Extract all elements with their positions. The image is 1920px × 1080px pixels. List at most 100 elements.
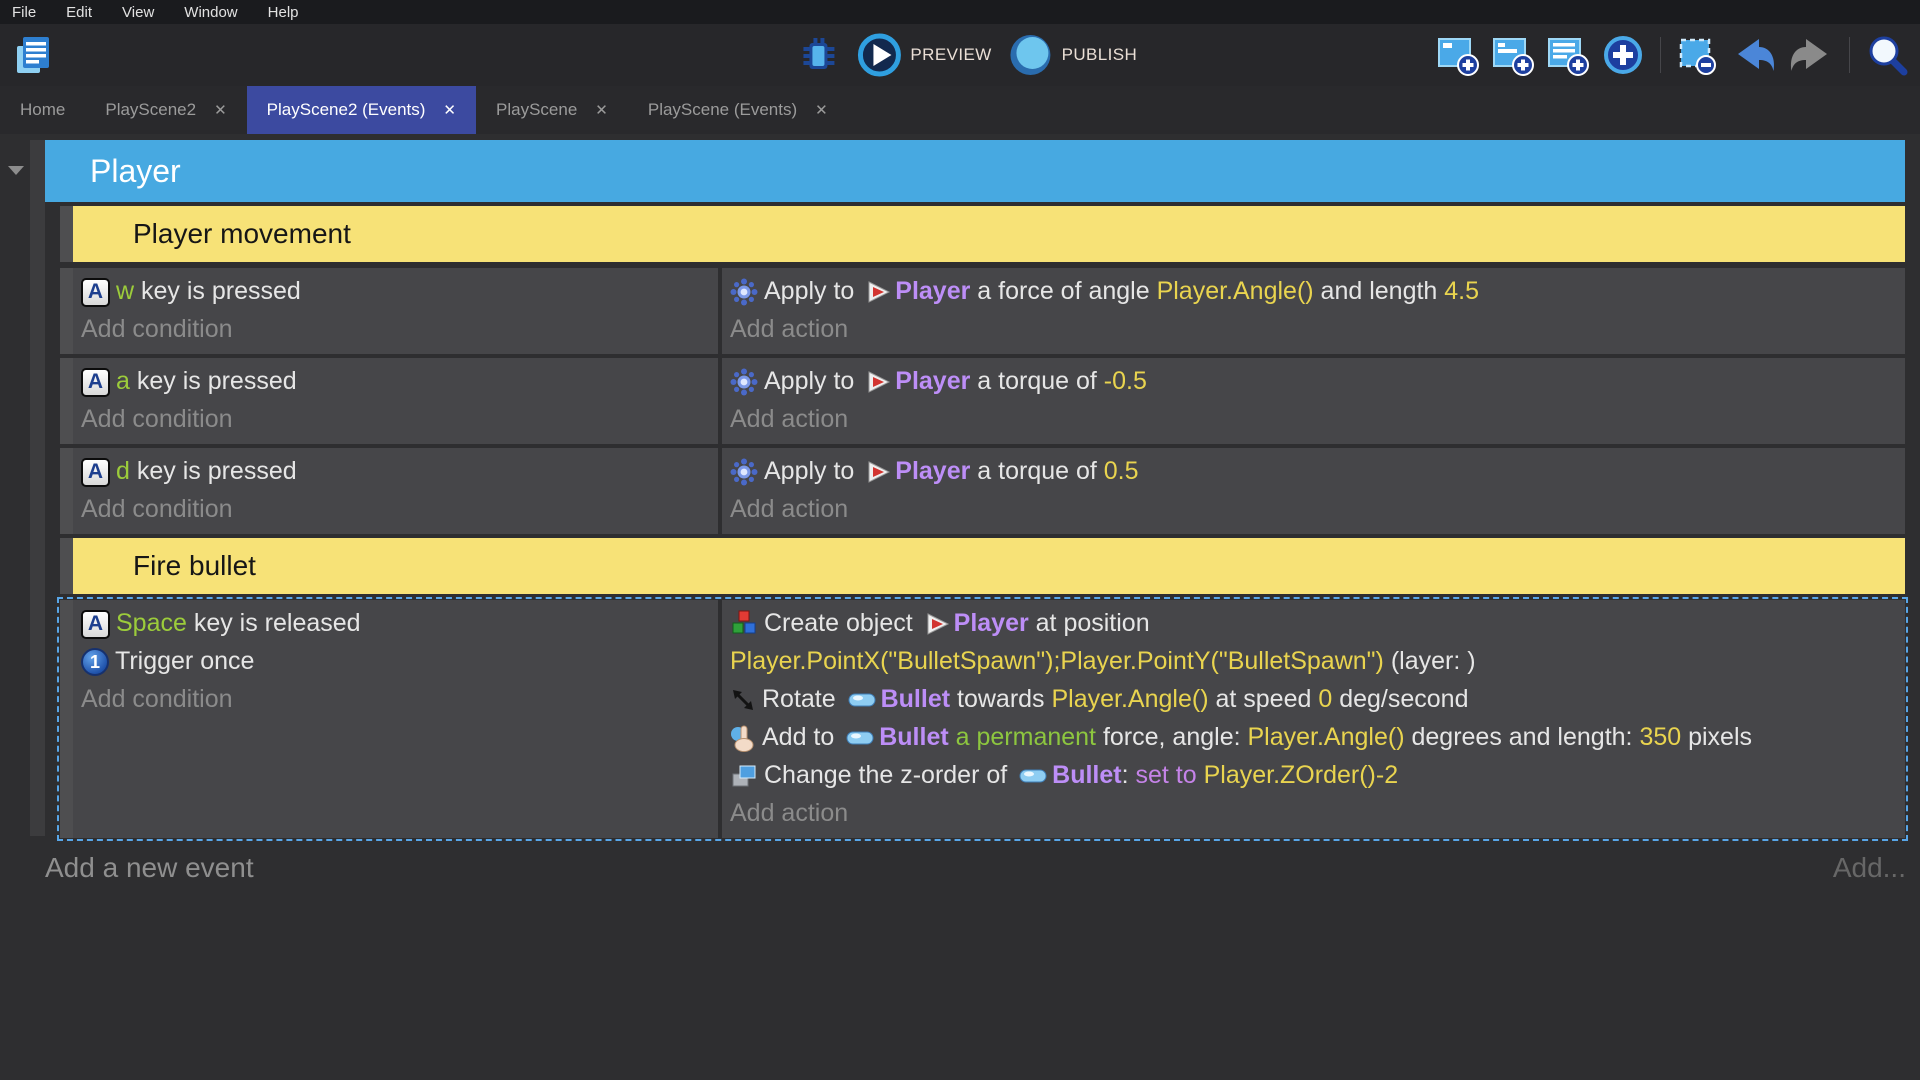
condition[interactable]: Ad key is pressed	[81, 452, 710, 490]
tab-label: PlayScene2	[105, 100, 197, 119]
comment-text[interactable]: Fire bullet	[73, 538, 1905, 594]
search-icon[interactable]	[1864, 32, 1910, 78]
token: set to	[1135, 761, 1204, 789]
add-more-button[interactable]: Add...	[1833, 852, 1906, 884]
token: at speed	[1208, 685, 1319, 713]
add-action-button[interactable]: Add action	[730, 490, 1897, 528]
tab-close-icon[interactable]: ✕	[443, 101, 456, 119]
token: Space	[116, 609, 187, 637]
add-condition-button[interactable]: Add condition	[81, 490, 710, 528]
comment-row: Fire bullet	[60, 538, 1905, 594]
menu-item-file[interactable]: File	[12, 4, 36, 21]
condition[interactable]: A Space key is released	[81, 604, 710, 642]
token: Bullet	[879, 723, 949, 751]
token: :	[1121, 761, 1136, 789]
group-header[interactable]: Player	[45, 140, 1905, 202]
token: Trigger once	[115, 647, 255, 675]
actions-cell: Create object Player at position Player.…	[722, 600, 1905, 838]
token: at position	[1028, 609, 1150, 637]
undo-icon[interactable]	[1730, 32, 1778, 78]
player-icon	[865, 369, 891, 395]
action[interactable]: Create object Player at position Player.…	[730, 604, 1897, 680]
token: Player	[895, 457, 971, 485]
action[interactable]: Change the z-order of Bullet: set to Pla…	[730, 756, 1897, 794]
keyboard-icon: A	[81, 367, 110, 397]
tab-close-icon[interactable]: ✕	[815, 101, 828, 119]
token: pixels	[1681, 723, 1753, 751]
redo-icon[interactable]	[1787, 32, 1835, 78]
event-gutter	[60, 538, 73, 594]
token: 0	[1318, 685, 1333, 713]
tab-playscene2[interactable]: PlayScene2 ✕	[85, 86, 246, 134]
action[interactable]: Add to Bullet a permanent force, angle: …	[730, 718, 1897, 756]
token: Player.Angle()	[1156, 277, 1314, 305]
player-icon	[924, 611, 950, 637]
add-subevent-icon[interactable]	[1490, 32, 1536, 78]
add-condition-button[interactable]: Add condition	[81, 310, 710, 348]
player-icon	[865, 279, 891, 305]
token: Create object	[764, 609, 920, 637]
conditions-cell: Aw key is pressed Add condition	[73, 268, 718, 354]
token: Bullet	[1052, 761, 1122, 789]
tab-label: PlayScene	[496, 100, 578, 119]
tab-playscene[interactable]: PlayScene ✕	[476, 86, 628, 134]
group-title: Player	[90, 152, 181, 189]
add-comment-icon[interactable]	[1545, 32, 1591, 78]
condition[interactable]: Aa key is pressed	[81, 362, 710, 400]
token: Player	[895, 367, 971, 395]
preview-label: PREVIEW	[910, 45, 992, 64]
physics-icon	[730, 368, 758, 396]
preview-play-icon	[856, 32, 902, 78]
token: 350	[1639, 723, 1682, 751]
menu-item-edit[interactable]: Edit	[66, 4, 92, 21]
toolbar-separator	[1660, 37, 1661, 73]
add-event-icon[interactable]	[1435, 32, 1481, 78]
tab-close-icon[interactable]: ✕	[595, 101, 608, 119]
preview-button[interactable]: PREVIEW	[856, 32, 991, 78]
app-logo-icon[interactable]	[12, 33, 56, 77]
tab-label: PlayScene (Events)	[647, 100, 798, 119]
token: and length	[1313, 277, 1445, 305]
action[interactable]: Apply to Player a torque of 0.5	[730, 452, 1897, 490]
bullet-icon	[847, 690, 877, 710]
token: a	[116, 367, 130, 395]
token: Player.PointX("BulletSpawn");Player.Poin…	[730, 647, 1384, 675]
add-action-button[interactable]: Add action	[730, 794, 1897, 832]
trigger-once-icon: 1	[81, 648, 109, 677]
add-circle-icon[interactable]	[1600, 32, 1646, 78]
tab-home[interactable]: Home	[0, 86, 85, 134]
action[interactable]: Apply to Player a torque of -0.5	[730, 362, 1897, 400]
token: key is pressed	[129, 367, 297, 395]
token: Player	[953, 609, 1029, 637]
comment-text[interactable]: Player movement	[73, 206, 1905, 262]
actions-cell: Apply to Player a force of angle Player.…	[722, 268, 1905, 354]
conditions-cell: Aa key is pressed Add condition	[73, 358, 718, 444]
tab-playscene-events[interactable]: PlayScene (Events) ✕	[628, 86, 848, 134]
add-condition-button[interactable]: Add condition	[81, 400, 710, 438]
condition[interactable]: 1 Trigger once	[81, 642, 710, 680]
debug-icon[interactable]	[796, 33, 840, 77]
tab-playscene2-events[interactable]: PlayScene2 (Events) ✕	[246, 86, 476, 134]
toolbar-right	[1435, 24, 1910, 86]
token: key is pressed	[129, 457, 297, 485]
menu-item-window[interactable]: Window	[184, 4, 237, 21]
event-rows: Player movement Aw key is pressed Add cond…	[57, 206, 1908, 842]
add-action-button[interactable]: Add action	[730, 310, 1897, 348]
toolbar-center: PREVIEW PUBLISH	[796, 24, 1137, 86]
add-new-event-button[interactable]: Add a new event	[45, 852, 254, 884]
select-instruction-icon[interactable]	[1675, 32, 1721, 78]
condition[interactable]: Aw key is pressed	[81, 272, 710, 310]
keyboard-icon: A	[81, 277, 110, 307]
action[interactable]: Apply to Player a force of angle Player.…	[730, 272, 1897, 310]
action[interactable]: Rotate Bullet towards Player.Angle() at …	[730, 680, 1897, 718]
force-icon	[730, 724, 756, 753]
token: Apply to	[764, 457, 862, 485]
menu-item-view[interactable]: View	[122, 4, 154, 21]
publish-button[interactable]: PUBLISH	[1008, 32, 1138, 78]
chevron-down-icon[interactable]	[8, 166, 24, 175]
add-condition-button[interactable]: Add condition	[81, 680, 710, 718]
menu-item-help[interactable]: Help	[268, 4, 299, 21]
add-action-button[interactable]: Add action	[730, 400, 1897, 438]
player-icon	[865, 459, 891, 485]
tab-close-icon[interactable]: ✕	[214, 101, 227, 119]
